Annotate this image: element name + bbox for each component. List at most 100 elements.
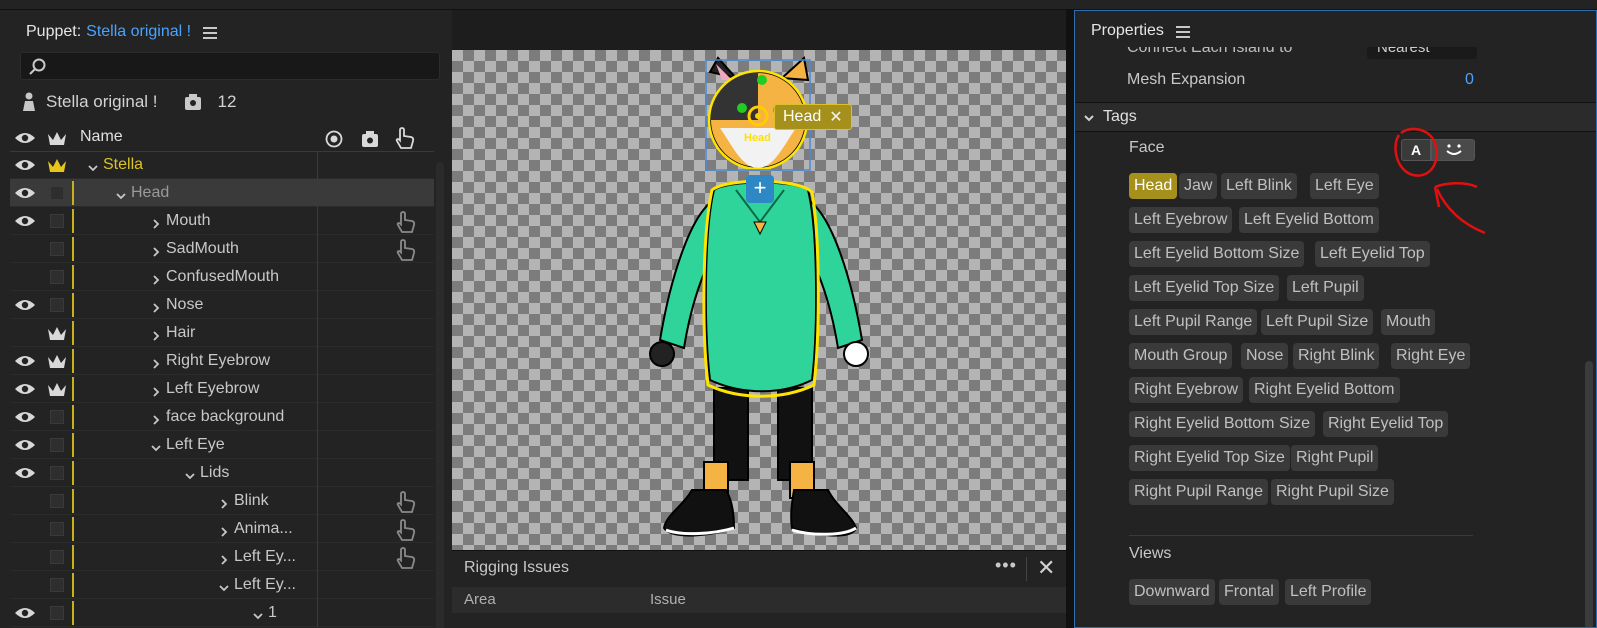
crown-toggle-box[interactable] bbox=[50, 438, 64, 452]
visibility-column-eye-icon[interactable] bbox=[14, 131, 36, 145]
puppet-stage[interactable]: Head Head ✕ + bbox=[452, 50, 1066, 550]
chevron-right-icon[interactable] bbox=[219, 496, 229, 509]
chevron-down-icon[interactable] bbox=[116, 188, 126, 200]
crown-icon[interactable] bbox=[46, 325, 68, 348]
eye-icon[interactable] bbox=[14, 214, 36, 233]
crown-toggle-box[interactable] bbox=[50, 466, 64, 480]
crown-toggle-box[interactable] bbox=[50, 410, 64, 424]
crown-toggle-box[interactable] bbox=[50, 214, 64, 228]
crown-icon[interactable] bbox=[46, 381, 68, 404]
handle-column-icon[interactable] bbox=[394, 126, 416, 150]
layer-row[interactable]: Nose bbox=[10, 291, 434, 319]
crown-toggle-box[interactable] bbox=[50, 606, 64, 620]
crown-toggle-box[interactable] bbox=[50, 242, 64, 256]
chevron-down-icon[interactable] bbox=[151, 440, 161, 452]
area-column-header[interactable]: Area bbox=[464, 591, 496, 608]
record-column-icon[interactable] bbox=[325, 130, 343, 148]
properties-scrollbar[interactable] bbox=[1585, 361, 1593, 627]
tag-chip[interactable]: Right Eyelid Bottom Size bbox=[1129, 411, 1316, 437]
tag-chip[interactable]: Jaw bbox=[1179, 173, 1218, 199]
tag-chip[interactable]: Left Eyelid Top bbox=[1315, 241, 1430, 267]
tag-chip[interactable]: Head bbox=[1129, 173, 1178, 199]
layer-tree-scrollbar[interactable] bbox=[436, 162, 444, 628]
eye-icon[interactable] bbox=[14, 298, 36, 317]
head-tag-close-icon[interactable]: ✕ bbox=[829, 107, 842, 127]
chevron-right-icon[interactable] bbox=[151, 216, 161, 229]
layer-row[interactable]: Stella bbox=[10, 151, 434, 179]
close-panel-icon[interactable]: ✕ bbox=[1037, 555, 1055, 581]
layer-row[interactable]: Left Ey... bbox=[10, 571, 434, 599]
issue-column-header[interactable]: Issue bbox=[650, 591, 686, 608]
tag-chip[interactable]: Left Eyelid Bottom Size bbox=[1129, 241, 1305, 267]
tag-chip[interactable]: Right Eyebrow bbox=[1129, 377, 1244, 403]
chevron-right-icon[interactable] bbox=[151, 356, 161, 369]
chevron-right-icon[interactable] bbox=[219, 552, 229, 565]
crown-toggle-box[interactable] bbox=[50, 578, 64, 592]
crown-toggle-box[interactable] bbox=[50, 550, 64, 564]
view-tag-chip[interactable]: Left Profile bbox=[1285, 579, 1372, 605]
puppet-name-link[interactable]: Stella original ! bbox=[86, 23, 191, 41]
eye-icon[interactable] bbox=[14, 354, 36, 373]
eye-icon[interactable] bbox=[14, 158, 36, 177]
crown-column-icon[interactable] bbox=[46, 130, 68, 148]
tag-chip[interactable]: Right Pupil Range bbox=[1129, 479, 1268, 505]
layer-row[interactable]: SadMouth bbox=[10, 235, 434, 263]
eye-icon[interactable] bbox=[14, 186, 36, 205]
crown-icon[interactable] bbox=[46, 157, 68, 180]
crown-toggle-box[interactable] bbox=[50, 270, 64, 284]
head-tag-badge[interactable]: Head ✕ bbox=[774, 104, 852, 130]
tag-chip[interactable]: Left Eyebrow bbox=[1129, 207, 1233, 233]
chevron-right-icon[interactable] bbox=[151, 272, 161, 285]
layer-row[interactable]: Head bbox=[10, 179, 434, 207]
chevron-right-icon[interactable] bbox=[151, 300, 161, 313]
chevron-right-icon[interactable] bbox=[151, 384, 161, 397]
tags-section-header[interactable]: Tags bbox=[1075, 102, 1596, 132]
eye-icon[interactable] bbox=[14, 382, 36, 401]
face-view-toggle[interactable] bbox=[1431, 139, 1475, 161]
tag-chip[interactable]: Nose bbox=[1241, 343, 1289, 369]
crown-toggle-box[interactable] bbox=[50, 494, 64, 508]
tag-chip[interactable]: Left Pupil Size bbox=[1261, 309, 1374, 335]
text-tag-mode-button[interactable]: A bbox=[1401, 139, 1431, 161]
layer-row[interactable]: Right Eyebrow bbox=[10, 347, 434, 375]
layer-row[interactable]: Lids bbox=[10, 459, 434, 487]
search-input[interactable] bbox=[20, 52, 440, 80]
chevron-down-icon[interactable] bbox=[88, 160, 98, 172]
tag-chip[interactable]: Right Eyelid Bottom bbox=[1249, 377, 1400, 403]
chevron-right-icon[interactable] bbox=[151, 412, 161, 425]
eye-icon[interactable] bbox=[14, 466, 36, 485]
layer-row[interactable]: Hair bbox=[10, 319, 434, 347]
layer-row[interactable]: Mouth bbox=[10, 207, 434, 235]
panel-menu-icon[interactable] bbox=[203, 26, 218, 39]
layer-row[interactable]: ConfusedMouth bbox=[10, 263, 434, 291]
eye-icon[interactable] bbox=[14, 438, 36, 457]
crown-toggle-box[interactable] bbox=[50, 522, 64, 536]
chevron-down-icon[interactable] bbox=[219, 580, 229, 592]
tag-chip[interactable]: Right Eye bbox=[1391, 343, 1471, 369]
behavior-column-icon[interactable] bbox=[360, 129, 380, 149]
layer-row[interactable]: face background bbox=[10, 403, 434, 431]
connect-island-dropdown[interactable]: Nearest bbox=[1367, 47, 1477, 59]
layer-row[interactable]: Anima... bbox=[10, 515, 434, 543]
tag-chip[interactable]: Mouth Group bbox=[1129, 343, 1233, 369]
tag-chip[interactable]: Right Blink bbox=[1293, 343, 1380, 369]
crown-toggle-box[interactable] bbox=[50, 298, 64, 312]
name-column-header[interactable]: Name bbox=[80, 128, 123, 146]
tag-chip[interactable]: Left Eyelid Bottom bbox=[1239, 207, 1379, 233]
chevron-right-icon[interactable] bbox=[219, 524, 229, 537]
tag-chip[interactable]: Mouth bbox=[1381, 309, 1436, 335]
more-options-icon[interactable]: ••• bbox=[995, 555, 1017, 576]
eye-icon[interactable] bbox=[14, 410, 36, 429]
tag-chip[interactable]: Left Blink bbox=[1221, 173, 1297, 199]
chevron-right-icon[interactable] bbox=[151, 244, 161, 257]
crown-toggle-box[interactable] bbox=[50, 186, 64, 200]
eye-icon[interactable] bbox=[14, 606, 36, 625]
view-tag-chip[interactable]: Frontal bbox=[1219, 579, 1279, 605]
tag-chip[interactable]: Left Pupil Range bbox=[1129, 309, 1258, 335]
chevron-down-icon[interactable] bbox=[253, 608, 263, 620]
tag-chip[interactable]: Left Eyelid Top Size bbox=[1129, 275, 1280, 301]
panel-divider[interactable] bbox=[1066, 10, 1074, 628]
add-handle-button[interactable]: + bbox=[746, 175, 774, 203]
layer-row[interactable]: 1 bbox=[10, 599, 434, 627]
tag-chip[interactable]: Right Pupil Size bbox=[1271, 479, 1394, 505]
